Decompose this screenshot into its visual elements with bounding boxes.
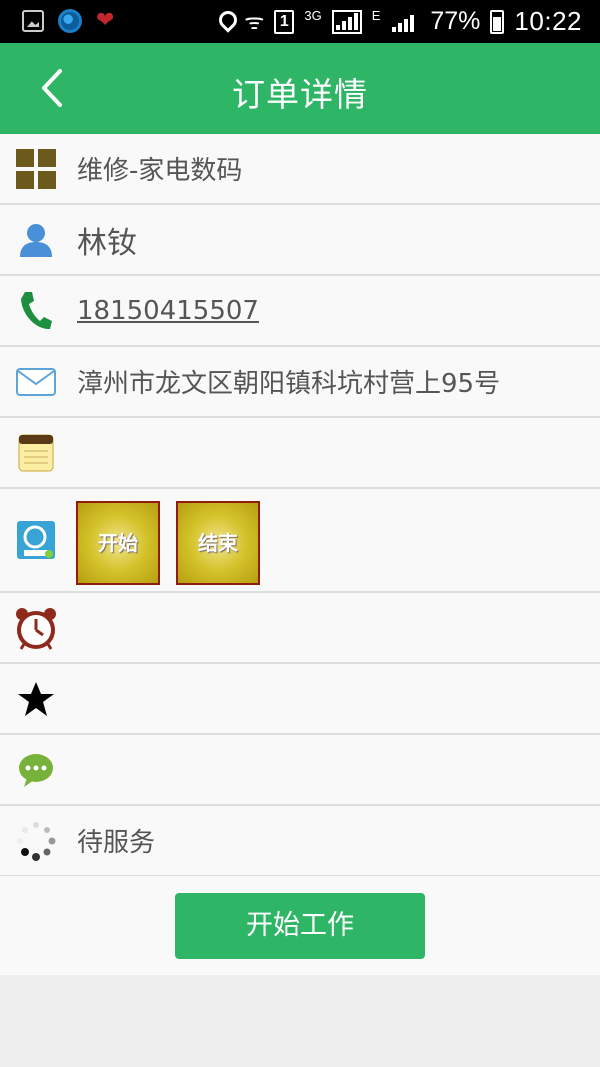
phone-icon xyxy=(14,289,58,333)
timer-row: 开始 结束 xyxy=(0,489,600,593)
address-text: 漳州市龙文区朝阳镇科坑村营上95号 xyxy=(77,369,501,399)
battery-percent: 77% xyxy=(430,7,481,35)
app-header: 订单详情 xyxy=(0,43,600,134)
alarm-row xyxy=(0,593,600,664)
carrier-app-icon xyxy=(58,9,82,33)
network-type: 3G xyxy=(304,8,322,23)
customer-row: 林钕 xyxy=(0,205,600,276)
notification-icons: ❤ xyxy=(22,9,120,33)
action-area: 开始工作 xyxy=(0,876,600,975)
end-timer-button[interactable]: 结束 xyxy=(176,501,260,585)
wifi-icon: ᯤ xyxy=(244,8,265,34)
data-type: E xyxy=(371,8,381,23)
app-heart-icon: ❤ xyxy=(96,8,115,33)
bottom-spacer xyxy=(0,975,600,1067)
battery-icon xyxy=(490,9,505,34)
gallery-notification-icon xyxy=(22,10,44,32)
category-grid-icon xyxy=(14,147,58,191)
signal-icon xyxy=(331,9,362,34)
signal-2-icon xyxy=(390,10,420,34)
location-icon xyxy=(218,11,234,33)
status-text: 待服务 xyxy=(77,828,156,858)
person-icon xyxy=(14,218,58,262)
order-detail-list: 维修-家电数码 林钕 18150415507 漳州市龙文区朝阳镇科坑村营上95号 xyxy=(0,134,600,877)
star-icon xyxy=(14,677,58,721)
notepad-icon xyxy=(14,431,58,475)
loading-spinner-icon xyxy=(14,819,58,863)
note-row xyxy=(0,418,600,489)
system-indicators: ᯤ 1 3G E 77% 10:22 xyxy=(218,6,582,37)
status-row: 待服务 xyxy=(0,806,600,877)
status-bar: ❤ ᯤ 1 3G E 77% 10:22 xyxy=(0,0,600,43)
customer-name: 林钕 xyxy=(77,225,137,261)
clock: 10:22 xyxy=(514,6,582,36)
alarm-clock-icon xyxy=(14,606,58,650)
rating-row xyxy=(0,664,600,735)
sim-icon: 1 xyxy=(274,9,295,34)
page-title: 订单详情 xyxy=(232,75,368,114)
category-row: 维修-家电数码 xyxy=(0,134,600,205)
phone-row: 18150415507 xyxy=(0,276,600,347)
start-work-button[interactable]: 开始工作 xyxy=(175,893,425,959)
envelope-icon xyxy=(14,360,58,404)
comment-row xyxy=(0,735,600,806)
chat-bubble-icon xyxy=(14,748,58,792)
service-timer-icon xyxy=(14,518,58,562)
address-row: 漳州市龙文区朝阳镇科坑村营上95号 xyxy=(0,347,600,418)
phone-link[interactable]: 18150415507 xyxy=(77,296,259,326)
category-text: 维修-家电数码 xyxy=(77,156,243,186)
start-timer-button[interactable]: 开始 xyxy=(76,501,160,585)
